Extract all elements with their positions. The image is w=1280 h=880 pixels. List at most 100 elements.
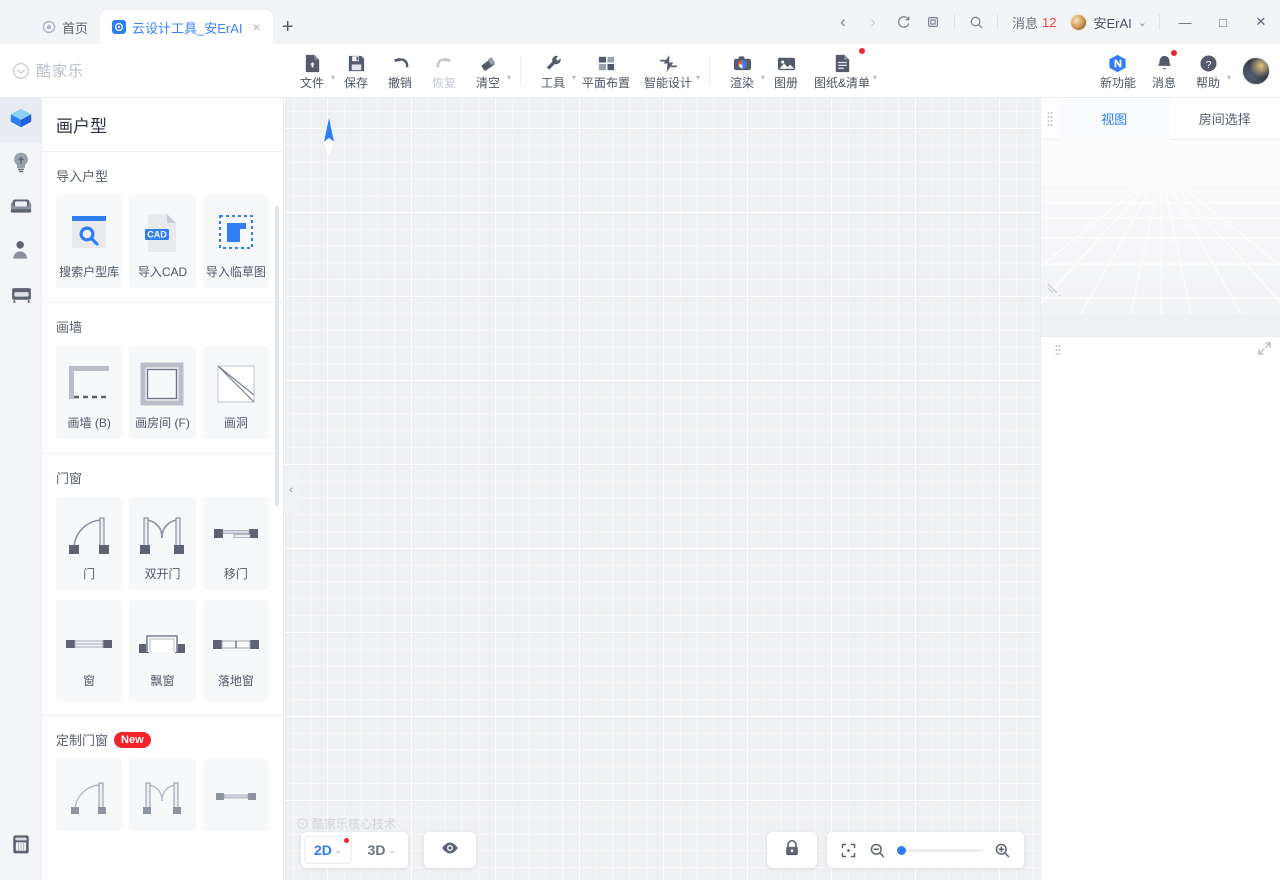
chevron-down-icon[interactable]: ▾ — [696, 73, 700, 82]
tool-messages[interactable]: 消息 — [1142, 44, 1186, 98]
item-label: 画墙 (B) — [67, 416, 111, 430]
rail-item-materials[interactable] — [0, 824, 42, 868]
item-custom-double-door[interactable] — [129, 759, 196, 831]
minimize-button[interactable]: — — [1166, 0, 1204, 44]
close-icon[interactable]: × — [253, 20, 261, 34]
zoom-in-icon[interactable] — [993, 841, 1012, 860]
rail-item-floorplan[interactable] — [0, 98, 42, 142]
zoom-slider[interactable] — [897, 843, 983, 857]
copy-icon[interactable] — [918, 0, 948, 44]
cube-icon — [8, 105, 34, 136]
tool-floorplan-layout[interactable]: 平面布置 — [575, 44, 637, 98]
avatar — [1070, 13, 1088, 31]
rail-item-appliance[interactable] — [0, 274, 42, 318]
maximize-button[interactable]: □ — [1204, 0, 1242, 44]
zoom-out-icon[interactable] — [868, 841, 887, 860]
lock-button[interactable] — [767, 832, 817, 868]
chevron-down-icon[interactable]: ⌄ — [1138, 16, 1147, 29]
user-avatar[interactable] — [1242, 56, 1270, 85]
item-custom-door[interactable] — [56, 759, 123, 831]
rail-item-people[interactable] — [0, 230, 42, 274]
mode-2d-button[interactable]: 2D ⌄ — [304, 836, 352, 864]
tool-new-feature[interactable]: 新功能 — [1094, 44, 1142, 98]
tool-tools[interactable]: 工具 ▾ — [531, 44, 576, 98]
tab-label: 云设计工具_安ErAI — [132, 20, 243, 36]
view-mode-switch: 2D ⌄ 3D ⌄ — [301, 832, 409, 868]
item-double-door[interactable]: 双开门 — [129, 497, 196, 590]
section-title: 导入户型 — [56, 166, 269, 185]
tool-drawings-list[interactable]: 图纸&清单 ▾ — [808, 44, 877, 98]
3d-preview-viewport[interactable] — [1041, 140, 1280, 314]
item-french-window[interactable]: 落地窗 — [202, 600, 269, 701]
panel-title: 画户型 — [56, 117, 107, 136]
section-title: 定制门窗 New — [56, 730, 269, 749]
tool-clear[interactable]: 清空 ▾ — [466, 44, 511, 98]
bay-window-icon — [134, 618, 190, 670]
tab-view[interactable]: 视图 — [1059, 97, 1170, 140]
chevron-down-icon[interactable]: ▾ — [507, 73, 511, 82]
chevron-down-icon[interactable]: ▾ — [873, 73, 877, 82]
svg-text:?: ? — [1205, 59, 1211, 71]
axis-gizmo-icon[interactable] — [1045, 281, 1065, 306]
user-menu[interactable]: 安ErAI ⌄ — [1064, 13, 1153, 32]
mode-3d-button[interactable]: 3D ⌄ — [358, 836, 406, 864]
zoom-slider-knob[interactable] — [897, 845, 906, 855]
item-import-sketch[interactable]: 导入临草图 — [202, 195, 269, 288]
search-icon[interactable] — [961, 0, 991, 44]
tool-help[interactable]: ? 帮助 ▾ — [1186, 44, 1231, 98]
panel-scrollbar-thumb[interactable] — [275, 206, 279, 506]
tool-file[interactable]: 文件 ▾ — [290, 44, 335, 98]
right-panel-lower — [1041, 336, 1280, 880]
drag-grip-icon[interactable] — [1049, 330, 1067, 372]
drag-grip-icon[interactable] — [1041, 98, 1059, 140]
item-custom-sliding-door[interactable] — [202, 759, 269, 831]
tool-ai-design[interactable]: 智能设计 ▾ — [637, 44, 700, 98]
tool-render[interactable]: 渲染 ▾ — [720, 44, 765, 98]
fit-to-screen-icon[interactable] — [839, 841, 858, 860]
chevron-down-icon[interactable]: ⌄ — [335, 846, 342, 855]
item-label: 双开门 — [144, 567, 181, 581]
refresh-icon[interactable] — [888, 0, 918, 44]
tool-undo[interactable]: 撤销 — [378, 44, 422, 98]
chevron-down-icon[interactable]: ▾ — [1227, 73, 1231, 82]
item-import-cad[interactable]: CAD 导入CAD — [129, 195, 196, 288]
chevron-down-icon[interactable]: ⌄ — [389, 846, 396, 855]
tab-home[interactable]: 首页 — [30, 10, 100, 44]
visibility-toggle-button[interactable] — [424, 832, 477, 868]
rail-item-lighting[interactable] — [0, 142, 42, 186]
titlebar-right: ‹ › 消息 12 安ErAI ⌄ — □ ✕ — [828, 0, 1280, 44]
new-tab-button[interactable]: + — [273, 10, 303, 44]
forward-button[interactable]: › — [858, 0, 888, 44]
panel-scrollbar-track[interactable] — [275, 158, 281, 798]
item-draw-wall[interactable]: 画墙 (B) — [56, 346, 123, 439]
tool-save[interactable]: 保存 — [334, 44, 378, 98]
french-window-icon — [208, 618, 264, 670]
right-panel-lower-header — [1041, 337, 1280, 365]
item-draw-room[interactable]: 画房间 (F) — [129, 346, 196, 439]
back-button[interactable]: ‹ — [828, 0, 858, 44]
item-window[interactable]: 窗 — [56, 600, 123, 701]
rail-bottom — [0, 824, 42, 868]
left-icon-rail — [0, 98, 42, 880]
collapse-left-panel-button[interactable]: ‹ — [284, 465, 298, 515]
section-draw-wall: 画墙 画墙 (B) 画房间 (F) 画洞 — [42, 303, 283, 439]
message-indicator[interactable]: 消息 12 — [1004, 13, 1064, 32]
tool-album[interactable]: 图册 — [764, 44, 808, 98]
design-canvas[interactable]: 酷家乐核心技术 2D ⌄ 3D ⌄ — [285, 98, 1040, 880]
rail-item-furniture[interactable] — [0, 186, 42, 230]
notification-dot — [342, 837, 350, 844]
tab-cloud-design-tool[interactable]: 云设计工具_安ErAI × — [100, 10, 273, 44]
left-panel-body[interactable]: 导入户型 搜索户型库 CAD 导入CAD 导入临草图 画墙 画墙 (B) 画房间… — [42, 152, 283, 880]
expand-icon[interactable] — [1257, 341, 1272, 361]
item-door[interactable]: 门 — [56, 497, 123, 590]
item-label: 移门 — [223, 567, 248, 581]
item-bay-window[interactable]: 飘窗 — [129, 600, 196, 701]
right-panel-splitter[interactable] — [1041, 314, 1280, 336]
tab-room-selection[interactable]: 房间选择 — [1170, 98, 1280, 140]
close-button[interactable]: ✕ — [1242, 0, 1280, 44]
item-search-plan-library[interactable]: 搜索户型库 — [56, 195, 123, 288]
tool-label: 帮助 — [1195, 76, 1220, 90]
item-sliding-door[interactable]: 移门 — [202, 497, 269, 590]
tool-redo[interactable]: 恢复 — [422, 44, 466, 98]
item-draw-hole[interactable]: 画洞 — [202, 346, 269, 439]
